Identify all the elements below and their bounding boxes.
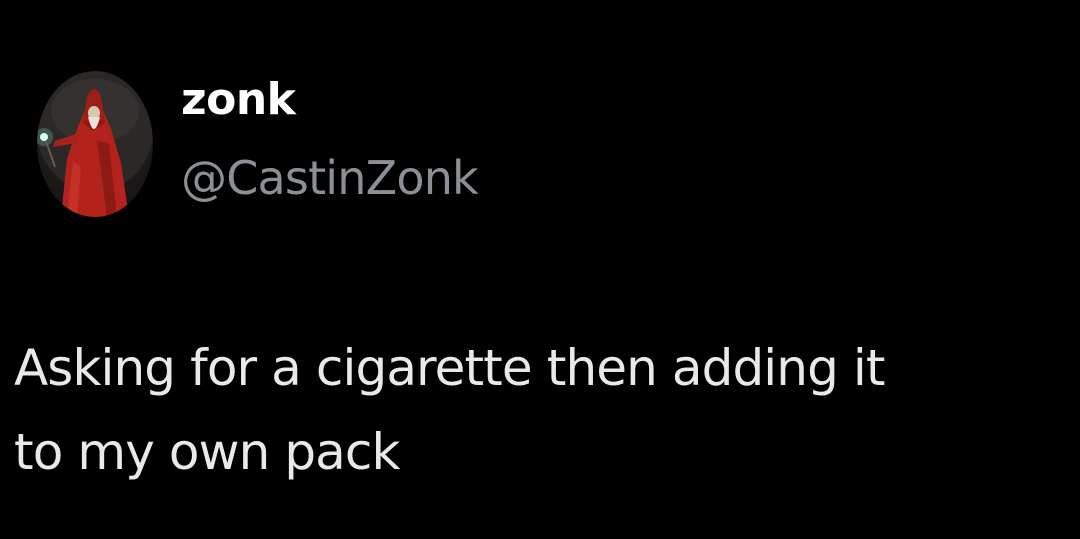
tweet-text: Asking for a cigarette then adding it to… — [14, 339, 886, 481]
wizard-avatar-icon[interactable] — [37, 71, 153, 217]
author-handle[interactable]: @CastinZonk — [181, 148, 479, 208]
tweet-card: zonk @CastinZonk Asking for a cigarette … — [0, 0, 1080, 539]
author-display-name[interactable]: zonk — [181, 72, 296, 128]
